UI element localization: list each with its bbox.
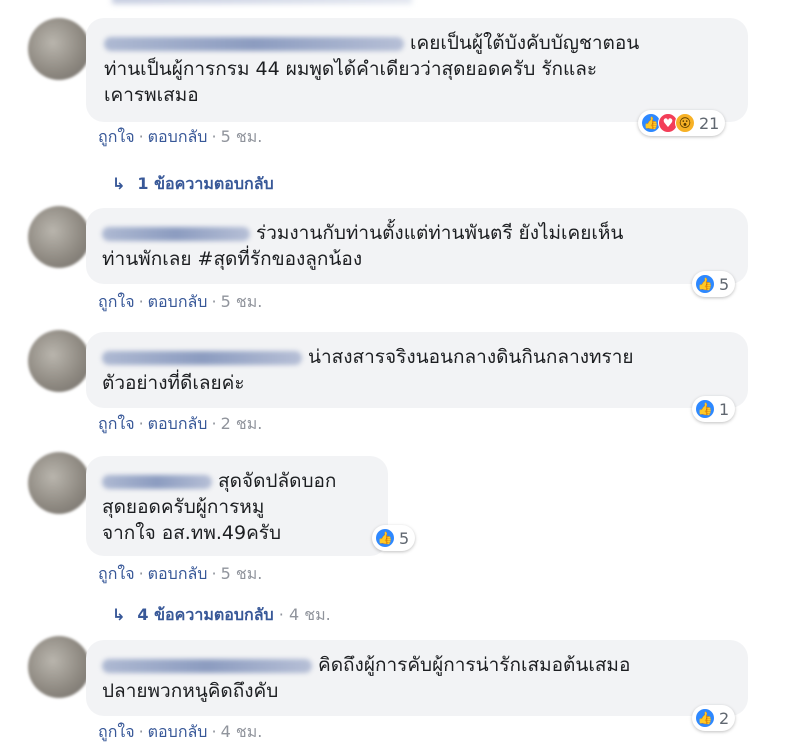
avatar[interactable] xyxy=(28,636,90,698)
commenter-name[interactable] xyxy=(102,474,212,489)
comment-bubble: น่าสงสารจริงนอนกลางดินกินกลางทราย ตัวอย่… xyxy=(86,332,748,408)
reply-link[interactable]: ตอบกลับ xyxy=(148,292,208,311)
view-replies-link[interactable]: ↳ 4 ข้อความตอบกลับ · 4 ชม. xyxy=(112,603,331,628)
replies-label: 4 ข้อความตอบกลับ xyxy=(137,605,274,624)
replies-time[interactable]: 4 ชม. xyxy=(289,605,331,624)
comment-bubble: สุดจัดปลัดบอก สุดยอดครับผู้การหมู จากใจ … xyxy=(86,456,388,556)
comment-actions: ถูกใจ · ตอบกลับ · 5 ชม. xyxy=(98,564,263,583)
like-link[interactable]: ถูกใจ xyxy=(98,722,135,741)
cut-off-reply-row xyxy=(112,0,412,4)
comment-bubble: ร่วมงานกับท่านตั้งแต่ท่านพันตรี ยังไม่เค… xyxy=(86,208,748,284)
comment-time[interactable]: 5 ชม. xyxy=(221,292,263,311)
reaction-count: 5 xyxy=(399,528,410,548)
like-icon: 👍 xyxy=(695,708,715,728)
like-icon: 👍 xyxy=(375,528,395,548)
reaction-count: 2 xyxy=(719,708,730,728)
like-link[interactable]: ถูกใจ xyxy=(98,414,135,433)
commenter-name[interactable] xyxy=(102,658,312,673)
like-icon: 👍 xyxy=(695,399,715,419)
commenter-name[interactable] xyxy=(104,36,404,51)
commenter-name[interactable] xyxy=(102,350,302,365)
avatar[interactable] xyxy=(28,452,90,514)
reaction-summary[interactable]: 👍 5 xyxy=(372,525,416,551)
reply-link[interactable]: ตอบกลับ xyxy=(148,414,208,433)
like-link[interactable]: ถูกใจ xyxy=(98,127,135,146)
avatar[interactable] xyxy=(28,330,90,392)
comment-time[interactable]: 5 ชม. xyxy=(221,127,263,146)
comment-actions: ถูกใจ · ตอบกลับ · 4 ชม. xyxy=(98,722,263,741)
comment-time[interactable]: 2 ชม. xyxy=(221,414,263,433)
comment-time[interactable]: 5 ชม. xyxy=(221,564,263,583)
avatar[interactable] xyxy=(28,18,90,80)
reaction-summary[interactable]: 👍 2 xyxy=(692,705,736,731)
reaction-summary[interactable]: 👍 ♥ 😮 21 xyxy=(638,110,726,136)
like-icon: 👍 xyxy=(695,274,715,294)
reply-arrow-icon: ↳ xyxy=(112,605,126,624)
commenter-name[interactable] xyxy=(102,226,250,241)
like-link[interactable]: ถูกใจ xyxy=(98,564,135,583)
reply-link[interactable]: ตอบกลับ xyxy=(148,722,208,741)
avatar[interactable] xyxy=(28,206,90,268)
view-replies-link[interactable]: ↳ 1 ข้อความตอบกลับ xyxy=(112,172,274,197)
reply-link[interactable]: ตอบกลับ xyxy=(148,127,208,146)
wow-icon: 😮 xyxy=(675,113,695,133)
reply-link[interactable]: ตอบกลับ xyxy=(148,564,208,583)
comment-bubble: เคยเป็นผู้ใต้บังคับบัญชาตอน ท่านเป็นผู้ก… xyxy=(86,18,748,122)
comment-actions: ถูกใจ · ตอบกลับ · 5 ชม. xyxy=(98,292,263,311)
replies-label: 1 ข้อความตอบกลับ xyxy=(137,174,274,193)
reply-arrow-icon: ↳ xyxy=(112,174,126,193)
reaction-count: 5 xyxy=(719,274,730,294)
comment-actions: ถูกใจ · ตอบกลับ · 2 ชม. xyxy=(98,414,263,433)
comment-actions: ถูกใจ · ตอบกลับ · 5 ชม. xyxy=(98,127,263,146)
like-link[interactable]: ถูกใจ xyxy=(98,292,135,311)
reaction-count: 1 xyxy=(719,399,730,419)
reaction-summary[interactable]: 👍 1 xyxy=(692,396,736,422)
comment-bubble: คิดถึงผู้การคับผู้การน่ารักเสมอต้นเสมอ ป… xyxy=(86,640,748,716)
reaction-count: 21 xyxy=(699,113,720,133)
reaction-summary[interactable]: 👍 5 xyxy=(692,271,736,297)
comment-time[interactable]: 4 ชม. xyxy=(221,722,263,741)
